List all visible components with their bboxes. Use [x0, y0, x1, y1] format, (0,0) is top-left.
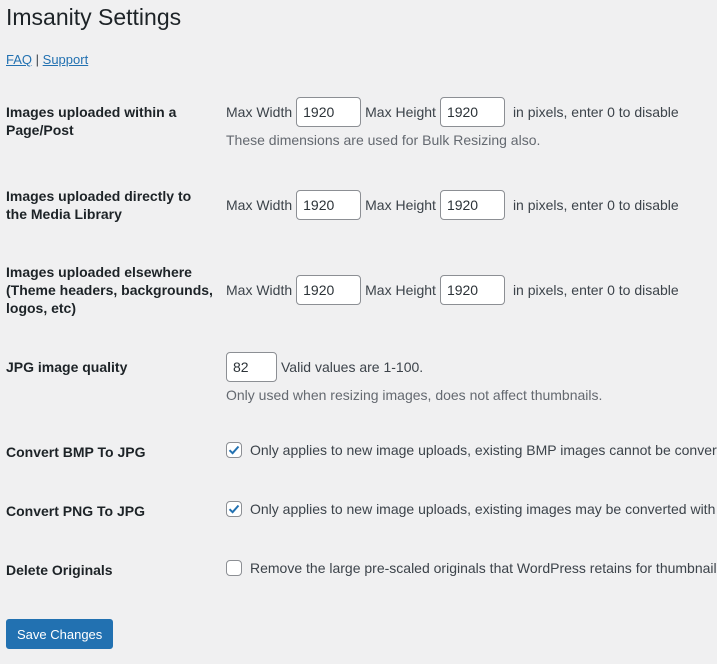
media-library-max-height-input[interactable]: [439, 190, 505, 220]
bulk-resize-description: These dimensions are used for Bulk Resiz…: [226, 132, 541, 148]
media-library-max-width-input[interactable]: [296, 190, 362, 220]
support-link[interactable]: Support: [43, 52, 89, 67]
max-height-label: Max Height: [365, 104, 436, 120]
row-label-convert-bmp: Convert BMP To JPG: [6, 444, 146, 460]
row-label-convert-png: Convert PNG To JPG: [6, 503, 145, 519]
convert-bmp-option: Only applies to new image uploads, exist…: [226, 442, 717, 458]
row-label-page-post: Images uploaded within a Page/Post: [6, 104, 177, 138]
max-width-label: Max Width: [226, 282, 293, 298]
jpg-quality-input[interactable]: [226, 352, 277, 382]
quality-hint: Valid values are 1-100.: [281, 359, 424, 375]
link-separator: |: [35, 52, 40, 67]
pixels-hint: in pixels, enter 0 to disable: [512, 197, 679, 213]
max-width-label: Max Width: [226, 197, 293, 213]
max-height-label: Max Height: [365, 197, 436, 213]
page-title: Imsanity Settings: [6, 4, 182, 30]
max-width-label: Max Width: [226, 104, 293, 120]
row-label-jpg-quality: JPG image quality: [6, 359, 128, 375]
elsewhere-max-width-input[interactable]: [296, 275, 362, 305]
page-post-max-width-input[interactable]: [296, 97, 362, 127]
media-library-dimensions: Max Width Max Height in pixels, enter 0 …: [226, 190, 679, 220]
delete-originals-text: Remove the large pre-scaled originals th…: [250, 560, 717, 576]
max-height-label: Max Height: [365, 282, 436, 298]
help-links: FAQ | Support: [6, 52, 88, 67]
row-label-delete-originals: Delete Originals: [6, 562, 113, 578]
checkmark-icon: [228, 445, 240, 455]
elsewhere-dimensions: Max Width Max Height in pixels, enter 0 …: [226, 275, 679, 305]
delete-originals-checkbox[interactable]: [226, 560, 242, 576]
pixels-hint: in pixels, enter 0 to disable: [512, 104, 679, 120]
row-label-elsewhere: Images uploaded elsewhere (Theme headers…: [6, 264, 213, 316]
page-post-dimensions: Max Width Max Height in pixels, enter 0 …: [226, 97, 679, 127]
page-post-max-height-input[interactable]: [439, 97, 505, 127]
convert-bmp-text: Only applies to new image uploads, exist…: [250, 442, 717, 458]
convert-png-checkbox[interactable]: [226, 501, 242, 517]
pixels-hint: in pixels, enter 0 to disable: [512, 282, 679, 298]
quality-description: Only used when resizing images, does not…: [226, 387, 603, 403]
checkmark-icon: [228, 504, 240, 514]
row-label-media-library: Images uploaded directly to the Media Li…: [6, 188, 192, 222]
jpg-quality-field: Valid values are 1-100.: [226, 352, 423, 382]
convert-bmp-checkbox[interactable]: [226, 442, 242, 458]
elsewhere-max-height-input[interactable]: [439, 275, 505, 305]
save-changes-button[interactable]: Save Changes: [6, 619, 114, 649]
convert-png-text: Only applies to new image uploads, exist…: [250, 501, 717, 517]
convert-png-option: Only applies to new image uploads, exist…: [226, 501, 717, 517]
faq-link[interactable]: FAQ: [6, 52, 32, 67]
delete-originals-option: Remove the large pre-scaled originals th…: [226, 560, 717, 576]
